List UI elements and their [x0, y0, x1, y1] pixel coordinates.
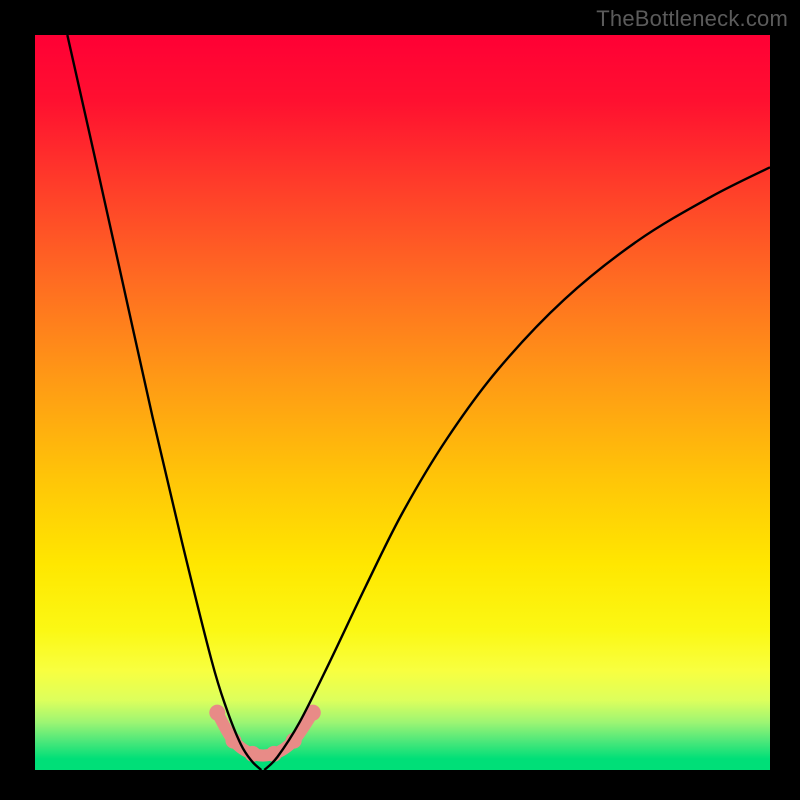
chart-curves: [35, 35, 770, 770]
marker-dot: [209, 705, 225, 721]
chart-stage: TheBottleneck.com: [0, 0, 800, 800]
right-branch-curve: [264, 167, 770, 770]
plot-area: [35, 35, 770, 770]
watermark-text: TheBottleneck.com: [596, 6, 788, 32]
left-branch-curve: [67, 35, 261, 770]
